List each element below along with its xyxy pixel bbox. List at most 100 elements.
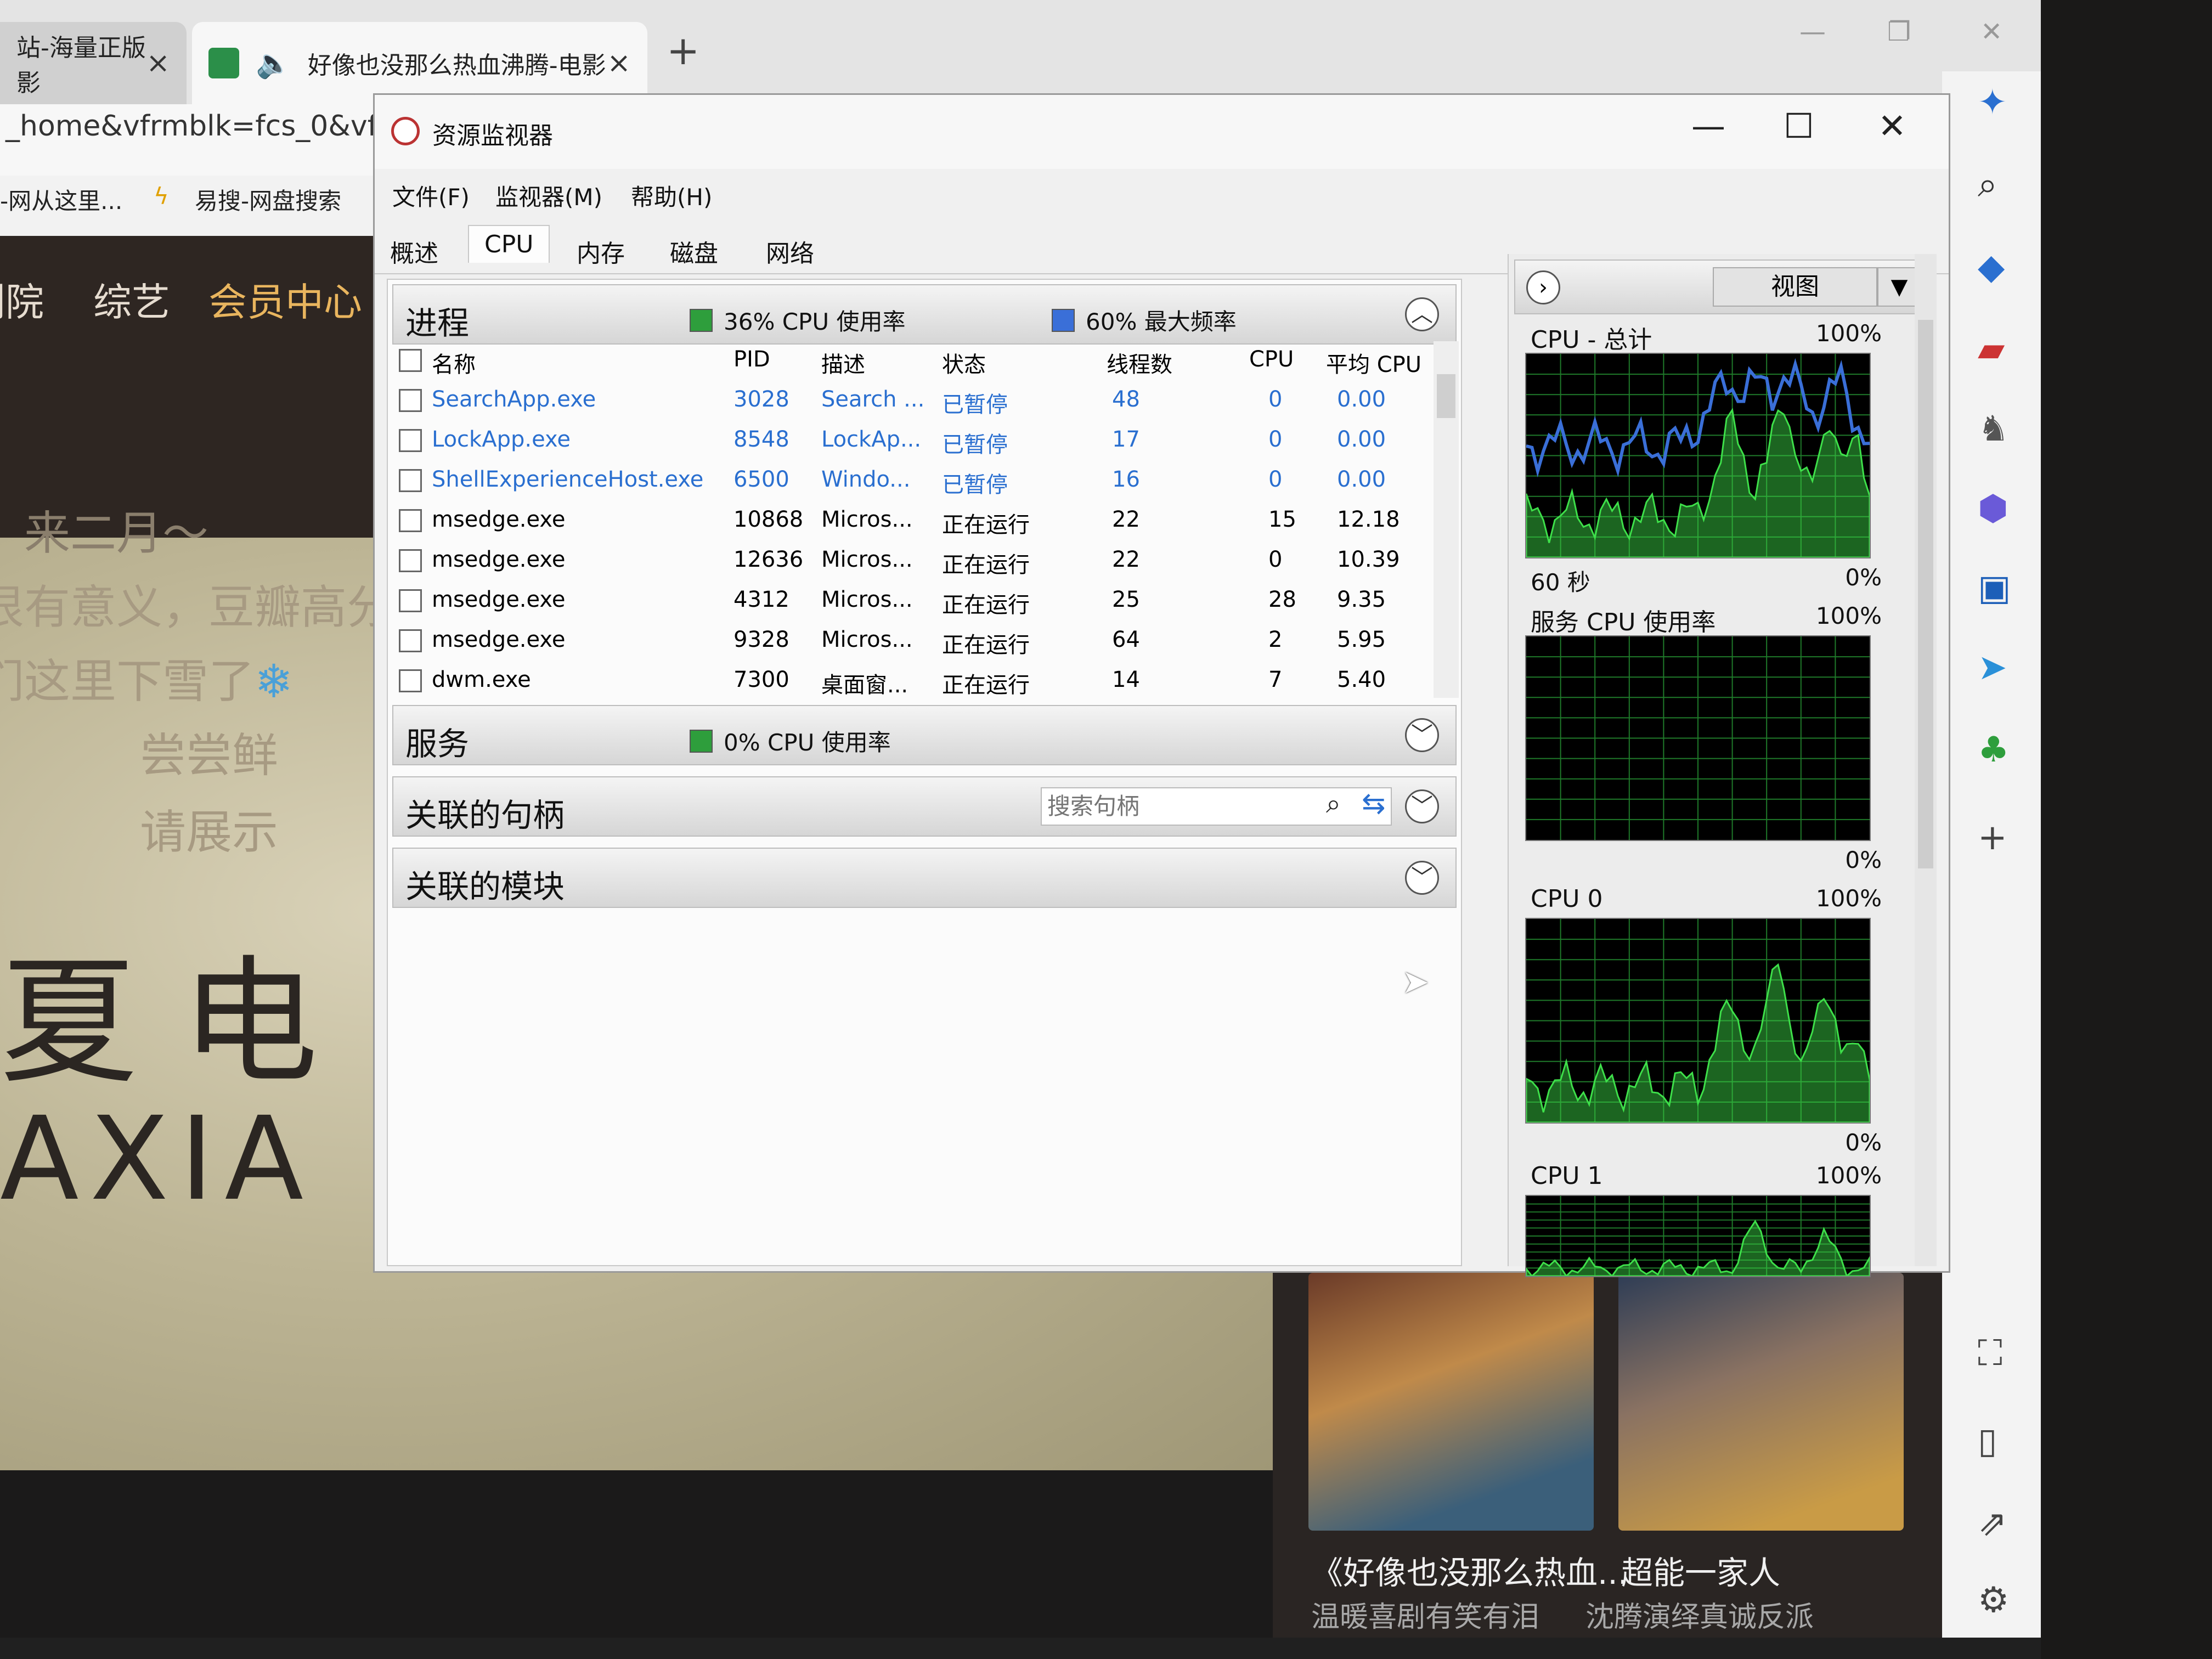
outlook-icon[interactable]: ▣ xyxy=(1978,568,2011,608)
column-header[interactable]: PID xyxy=(733,347,770,372)
external-link-icon[interactable]: ⇗ xyxy=(1978,1503,2007,1544)
tab-network[interactable]: 网络 xyxy=(751,229,830,273)
chevron-down-icon[interactable]: ﹀ xyxy=(1405,789,1439,823)
close-icon[interactable]: ✕ xyxy=(1878,106,1906,146)
site-favicon-icon xyxy=(208,48,239,78)
scrollbar-thumb[interactable] xyxy=(1437,374,1455,418)
nav-item[interactable]: 剧院 xyxy=(0,272,44,327)
refresh-icon[interactable]: ⇆ xyxy=(1362,787,1386,820)
column-header[interactable]: CPU xyxy=(1249,347,1294,372)
screenshot-icon[interactable]: ⛶ xyxy=(1978,1333,2002,1374)
column-header[interactable]: 名称 xyxy=(432,347,476,379)
close-icon[interactable]: × xyxy=(146,47,170,80)
speaker-icon[interactable]: 🔈 xyxy=(256,47,291,80)
games-icon[interactable]: ♞ xyxy=(1978,409,2009,449)
cell-avg: 0.00 xyxy=(1337,427,1386,452)
poster-title[interactable]: 超能一家人 xyxy=(1621,1547,1780,1593)
cell-threads: 48 xyxy=(1112,387,1140,412)
settings-gear-icon[interactable]: ⚙ xyxy=(1978,1580,2009,1621)
table-row[interactable]: msedge.exe 12636 Micros... 正在运行 22 0 10.39 xyxy=(393,541,1436,582)
favorite-link[interactable]: -网从这里... xyxy=(0,183,122,216)
title-bar[interactable]: 资源监视器 — ☐ ✕ xyxy=(375,95,1949,169)
table-row[interactable]: msedge.exe 10868 Micros... 正在运行 22 15 12.18 xyxy=(393,501,1436,541)
tab-disk[interactable]: 磁盘 xyxy=(654,229,733,273)
search-icon[interactable]: ⌕ xyxy=(1978,165,1997,205)
menu-bar: 文件(F) 监视器(M) 帮助(H) xyxy=(375,169,1949,218)
split-view-icon[interactable]: ▯ xyxy=(1978,1421,1997,1462)
add-icon[interactable]: + xyxy=(1978,817,2007,858)
chevron-right-icon[interactable]: › xyxy=(1526,270,1560,304)
maximize-icon[interactable]: ❐ xyxy=(1887,16,1911,47)
row-checkbox[interactable] xyxy=(399,429,422,452)
send-icon[interactable]: ➤ xyxy=(1978,647,2007,688)
column-header[interactable]: 状态 xyxy=(942,347,986,379)
scrollbar-thumb[interactable] xyxy=(1918,320,1933,868)
tab-overview[interactable]: 概述 xyxy=(375,229,454,273)
cell-status: 正在运行 xyxy=(942,673,1030,698)
services-header[interactable]: 服务 0% CPU 使用率 ﹀ xyxy=(392,705,1457,765)
graphs-pane: › 视图 ▼ CPU - 总计 100% 0% 60 秒服务 CPU 使用率 100% 0… xyxy=(1508,254,1937,1277)
table-row[interactable]: LockApp.exe 8548 LockAp... 已暂停 17 0 0.00 xyxy=(393,421,1436,461)
movie-poster[interactable] xyxy=(1618,1273,1904,1531)
close-icon[interactable]: × xyxy=(607,47,631,80)
toolbox-icon[interactable]: ▰ xyxy=(1978,329,2005,370)
cell-avg: 0.00 xyxy=(1337,467,1386,492)
view-button[interactable]: 视图 xyxy=(1713,267,1877,307)
nav-item[interactable]: 综艺 xyxy=(93,272,170,327)
browser-tab-active[interactable]: 🔈 好像也没那么热血沸腾-电影 × xyxy=(192,22,647,104)
row-checkbox[interactable] xyxy=(399,669,422,692)
movie-poster[interactable] xyxy=(1308,1273,1594,1531)
new-tab-button[interactable]: + xyxy=(667,27,699,74)
column-header[interactable]: 平均 CPU xyxy=(1326,347,1421,379)
chevron-down-icon[interactable]: ﹀ xyxy=(1405,861,1439,895)
table-row[interactable]: SearchApp.exe 3028 Search ... 已暂停 48 0 0.00 xyxy=(393,381,1436,421)
row-checkbox[interactable] xyxy=(399,509,422,532)
processes-header[interactable]: 进程 36% CPU 使用率 60% 最大频率 ︿ xyxy=(392,284,1457,345)
column-header[interactable]: 描述 xyxy=(821,347,865,379)
table-row[interactable]: msedge.exe 4312 Micros... 正在运行 25 28 9.35 xyxy=(393,582,1436,622)
tab-memory[interactable]: 内存 xyxy=(561,229,640,273)
tree-icon[interactable]: ♣ xyxy=(1978,730,2009,770)
column-header[interactable]: 线程数 xyxy=(1107,347,1172,379)
danmaku-text: 尝尝鲜 xyxy=(140,729,279,782)
tag-icon[interactable]: ◆ xyxy=(1978,247,2005,287)
row-checkbox[interactable] xyxy=(399,389,422,412)
process-scrollbar[interactable] xyxy=(1434,341,1459,698)
cell-avg: 12.18 xyxy=(1337,507,1400,532)
row-checkbox[interactable] xyxy=(399,469,422,492)
row-checkbox[interactable] xyxy=(399,549,422,572)
menu-monitor[interactable]: 监视器(M) xyxy=(495,179,602,212)
row-checkbox[interactable] xyxy=(399,589,422,612)
cell-pid: 8548 xyxy=(733,427,789,452)
table-row[interactable]: ShellExperienceHost.exe 6500 Windo... 已暂停 16… xyxy=(393,461,1436,501)
minimize-icon[interactable]: — xyxy=(1691,106,1725,146)
office-icon[interactable]: ⬢ xyxy=(1978,488,2008,529)
row-checkbox[interactable] xyxy=(399,629,422,652)
cell-pid: 6500 xyxy=(733,467,789,492)
graphs-scrollbar[interactable] xyxy=(1915,254,1937,1266)
table-row[interactable]: msedge.exe 9328 Micros... 正在运行 64 2 5.95 xyxy=(393,622,1436,662)
modules-header[interactable]: 关联的模块 ﹀ xyxy=(392,848,1457,908)
handles-header[interactable]: 关联的句柄 ⌕ ⇆ ﹀ xyxy=(392,776,1457,837)
nav-item[interactable]: 会员中心 xyxy=(208,272,362,327)
table-row[interactable]: dwm.exe 7300 桌面窗... 正在运行 14 7 5.40 xyxy=(393,662,1436,702)
chevron-up-icon[interactable]: ︿ xyxy=(1405,297,1439,331)
favorite-link[interactable]: 易搜-网盘搜索 xyxy=(195,183,341,216)
minimize-icon[interactable]: — xyxy=(1799,16,1826,47)
menu-help[interactable]: 帮助(H) xyxy=(631,179,712,212)
select-all-checkbox[interactable] xyxy=(399,349,422,372)
browser-tab[interactable]: 站-海量正版影 × xyxy=(0,22,187,104)
cell-avg: 10.39 xyxy=(1337,547,1400,572)
menu-file[interactable]: 文件(F) xyxy=(392,179,470,212)
cell-desc: Micros... xyxy=(821,627,913,652)
page-footer xyxy=(0,1470,1273,1659)
maximize-icon[interactable]: ☐ xyxy=(1784,106,1814,146)
poster-title[interactable]: 《好像也没那么热血... xyxy=(1311,1547,1628,1593)
tab-cpu[interactable]: CPU xyxy=(468,225,550,263)
cell-name: msedge.exe xyxy=(432,627,566,652)
chevron-down-icon[interactable]: ﹀ xyxy=(1405,718,1439,752)
close-icon[interactable]: ✕ xyxy=(1980,16,2002,47)
search-icon[interactable]: ⌕ xyxy=(1326,788,1341,820)
copilot-icon[interactable]: ✦ xyxy=(1978,82,2007,123)
cell-desc: LockAp... xyxy=(821,427,922,452)
